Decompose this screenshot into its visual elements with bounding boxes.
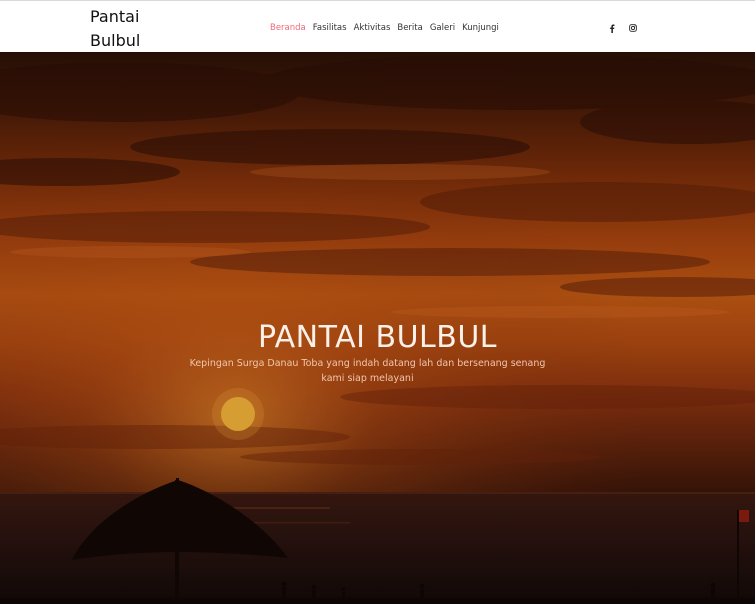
brand-logo[interactable]: Pantai Bulbul xyxy=(90,5,170,53)
nav-item-aktivitas[interactable]: Aktivitas xyxy=(354,23,391,33)
page: Pantai Bulbul Beranda Fasilitas Aktivita… xyxy=(0,0,755,604)
nav-item-beranda[interactable]: Beranda xyxy=(270,23,306,33)
main-nav: Beranda Fasilitas Aktivitas Berita Galer… xyxy=(270,20,499,36)
hero-section: PANTAI BULBUL Kepingan Surga Danau Toba … xyxy=(0,52,755,604)
facebook-icon[interactable] xyxy=(605,20,619,36)
hero-subtitle: Kepingan Surga Danau Toba yang indah dat… xyxy=(189,357,546,384)
nav-item-kunjungi[interactable]: Kunjungi xyxy=(462,23,499,33)
brand-line-1: Pantai xyxy=(90,7,140,26)
instagram-icon[interactable] xyxy=(626,20,640,36)
nav-item-galeri[interactable]: Galeri xyxy=(430,23,455,33)
nav-item-berita[interactable]: Berita xyxy=(397,23,422,33)
hero-title: PANTAI BULBUL xyxy=(257,320,498,356)
top-navbar: Pantai Bulbul Beranda Fasilitas Aktivita… xyxy=(0,0,755,52)
nav-item-fasilitas[interactable]: Fasilitas xyxy=(313,23,347,33)
brand-line-2: Bulbul xyxy=(90,31,141,50)
